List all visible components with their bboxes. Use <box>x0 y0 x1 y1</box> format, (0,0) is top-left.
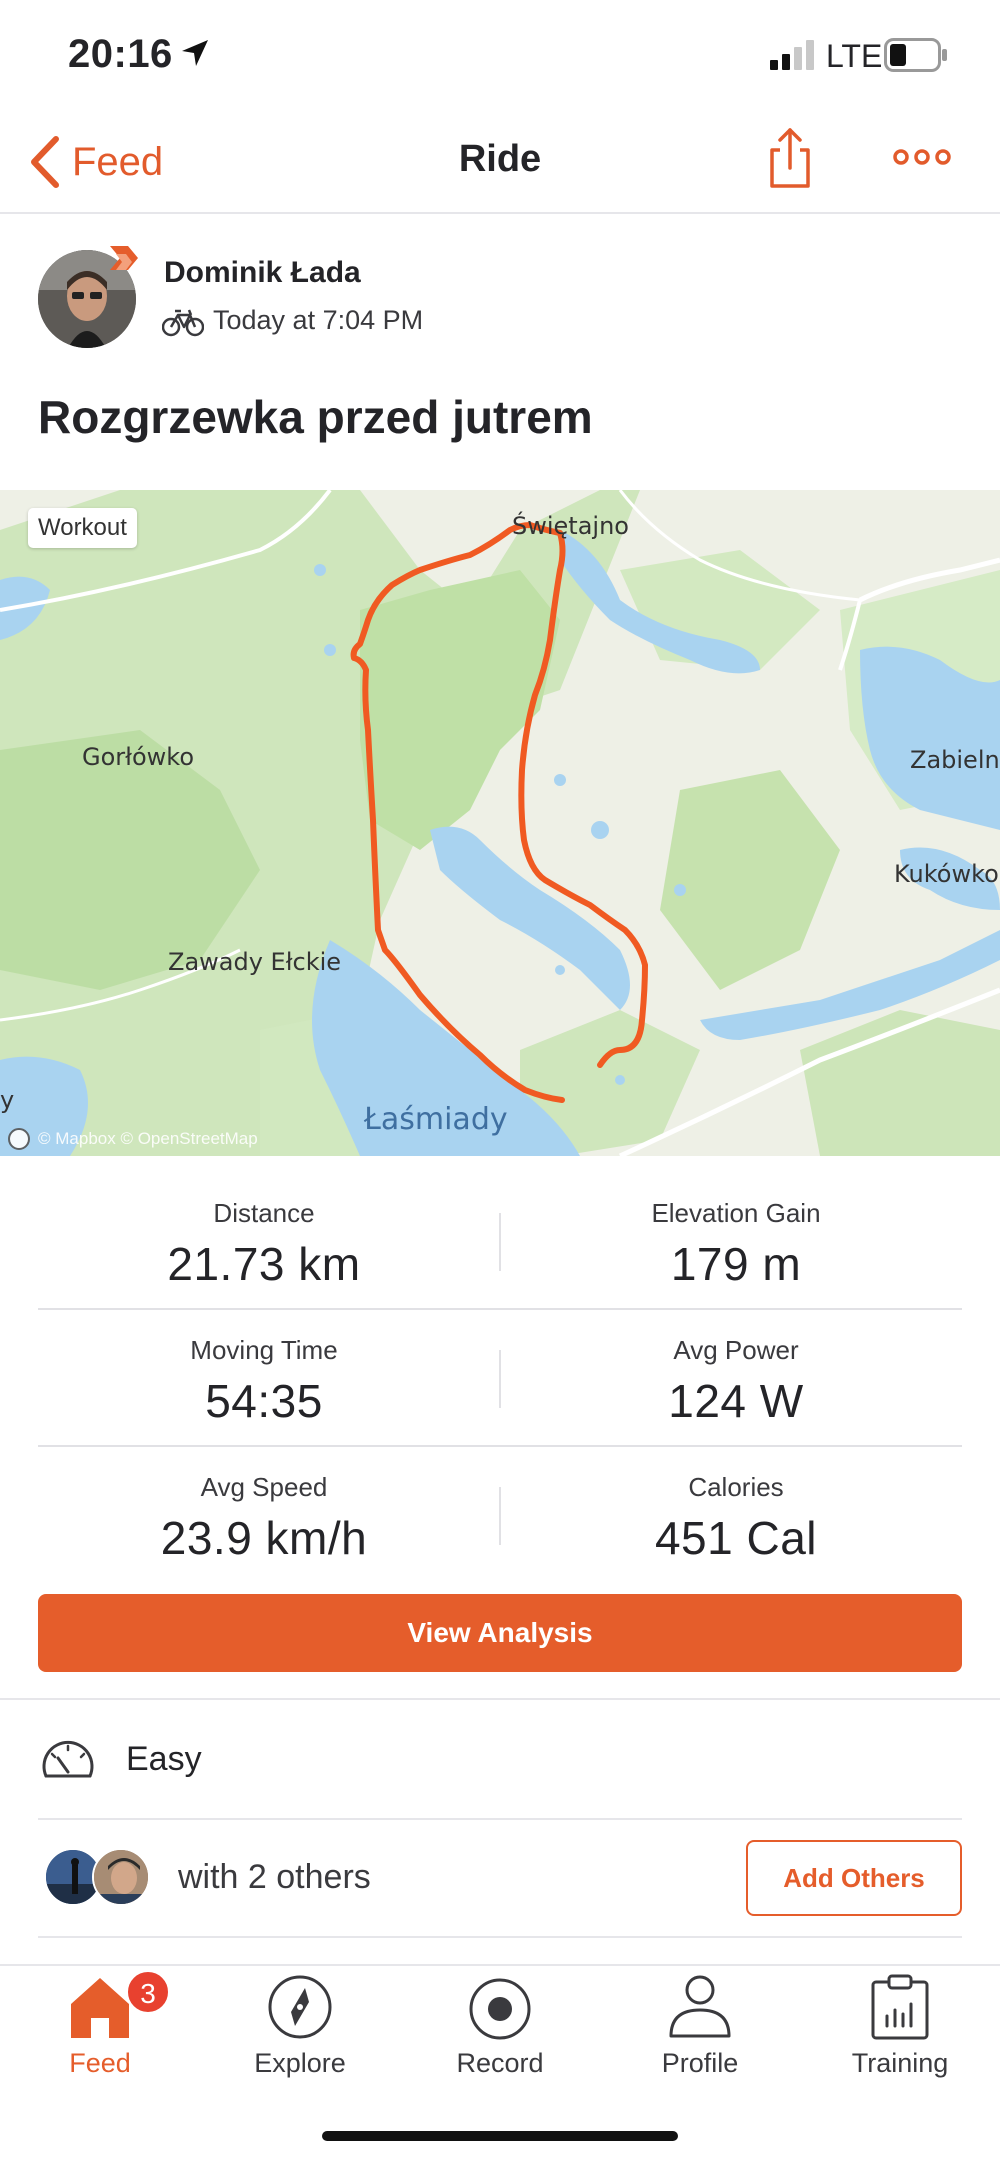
map-background <box>0 490 1000 1156</box>
map-label-zabielne: Zabielne <box>910 746 1000 774</box>
share-icon[interactable] <box>766 126 814 190</box>
group-others-label[interactable]: with 2 others <box>178 1858 371 1897</box>
tab-training[interactable]: Training <box>800 1966 1000 2096</box>
stat-label: Calories <box>688 1472 784 1502</box>
tab-label: Record <box>456 2048 544 2078</box>
stat-label: Distance <box>213 1198 315 1228</box>
map-label-zawady-elckie: Zawady Ełckie <box>168 948 342 976</box>
tab-label: Explore <box>254 2048 346 2078</box>
tab-profile[interactable]: Profile <box>600 1966 800 2096</box>
workout-tag: Workout <box>28 508 137 548</box>
profile-icon <box>669 1975 731 2038</box>
stat-elevation-gain: Elevation Gain 179 m <box>506 1198 966 1291</box>
group-activity-row: with 2 others Add Others <box>0 1820 1000 1936</box>
view-analysis-button[interactable]: View Analysis <box>38 1594 962 1672</box>
stat-divider <box>499 1213 501 1271</box>
activity-title: Rozgrzewka przed jutrem <box>38 391 593 443</box>
activity-timestamp: Today at 7:04 PM <box>213 305 424 335</box>
stat-label: Elevation Gain <box>651 1198 821 1228</box>
stat-value: 21.73 km <box>167 1238 361 1290</box>
attribution-text: © Mapbox © OpenStreetMap <box>38 1129 258 1148</box>
signal-bars-icon <box>770 40 814 70</box>
stat-value: 54:35 <box>205 1375 323 1427</box>
map-label-gorlowko: Gorłówko <box>82 743 195 771</box>
mapbox-logo-icon <box>8 1128 30 1150</box>
compass-icon <box>268 1975 332 2039</box>
location-arrow-icon <box>182 40 208 66</box>
tab-explore[interactable]: Explore <box>200 1966 400 2096</box>
stat-avg-power: Avg Power 124 W <box>506 1335 966 1428</box>
map-label-partial: y <box>0 1086 15 1114</box>
route-map[interactable]: Workout Świętajno Gorłówko Zabielne Kukó… <box>0 490 1000 1156</box>
more-options-icon[interactable] <box>892 142 952 172</box>
add-others-button[interactable]: Add Others <box>746 1840 962 1916</box>
map-label-swietajno: Świętajno <box>512 512 629 540</box>
stat-divider <box>499 1487 501 1545</box>
map-label-lasmiady: Łaśmiady <box>364 1102 508 1137</box>
stat-label: Avg Power <box>673 1335 799 1365</box>
map-attribution[interactable]: © Mapbox © OpenStreetMap <box>8 1128 258 1150</box>
stat-value: 23.9 km/h <box>160 1512 368 1564</box>
group-member-avatar[interactable] <box>92 1848 150 1906</box>
stat-value: 451 Cal <box>654 1512 818 1564</box>
home-indicator <box>322 2131 678 2141</box>
section-divider <box>38 1936 962 1938</box>
stat-divider <box>499 1350 501 1408</box>
stat-row-divider <box>38 1445 962 1447</box>
clipboard-chart-icon <box>871 1974 929 2040</box>
battery-icon <box>884 38 947 72</box>
tab-label: Profile <box>661 2048 739 2078</box>
home-icon <box>71 1978 129 2038</box>
subscriber-badge-icon <box>110 246 138 270</box>
stat-label: Moving Time <box>190 1335 338 1365</box>
network-type: LTE <box>826 38 883 74</box>
back-button[interactable]: Feed <box>28 132 163 192</box>
stat-calories: Calories 451 Cal <box>506 1472 966 1565</box>
record-icon <box>469 1978 531 2040</box>
back-label: Feed <box>72 139 164 184</box>
stat-moving-time: Moving Time 54:35 <box>34 1335 494 1428</box>
notification-badge: 3 <box>126 1970 170 2014</box>
bike-icon <box>162 309 204 337</box>
tab-label: Training <box>851 2048 949 2078</box>
stat-distance: Distance 21.73 km <box>34 1198 494 1291</box>
nav-bar: Feed Ride <box>0 112 1000 214</box>
stat-value: 124 W <box>668 1375 804 1427</box>
status-bar: 20:16 LTE <box>0 0 1000 110</box>
status-time: 20:16 <box>68 32 173 76</box>
map-label-kukowko: Kukówko <box>894 860 999 888</box>
tab-record[interactable]: Record <box>400 1966 600 2096</box>
perceived-effort-row[interactable]: Easy <box>0 1700 1000 1818</box>
perceived-effort-label: Easy <box>126 1740 202 1778</box>
stat-avg-speed: Avg Speed 23.9 km/h <box>34 1472 494 1565</box>
tab-label: Feed <box>69 2048 131 2078</box>
stat-row-divider <box>38 1308 962 1310</box>
chevron-left-icon <box>31 136 59 188</box>
stat-label: Avg Speed <box>200 1472 328 1502</box>
stat-value: 179 m <box>670 1238 802 1290</box>
tab-feed[interactable]: 3 Feed <box>0 1966 200 2096</box>
group-member-photo <box>94 1850 148 1904</box>
athlete-name[interactable]: Dominik Łada <box>164 256 361 290</box>
gauge-icon <box>42 1740 94 1778</box>
